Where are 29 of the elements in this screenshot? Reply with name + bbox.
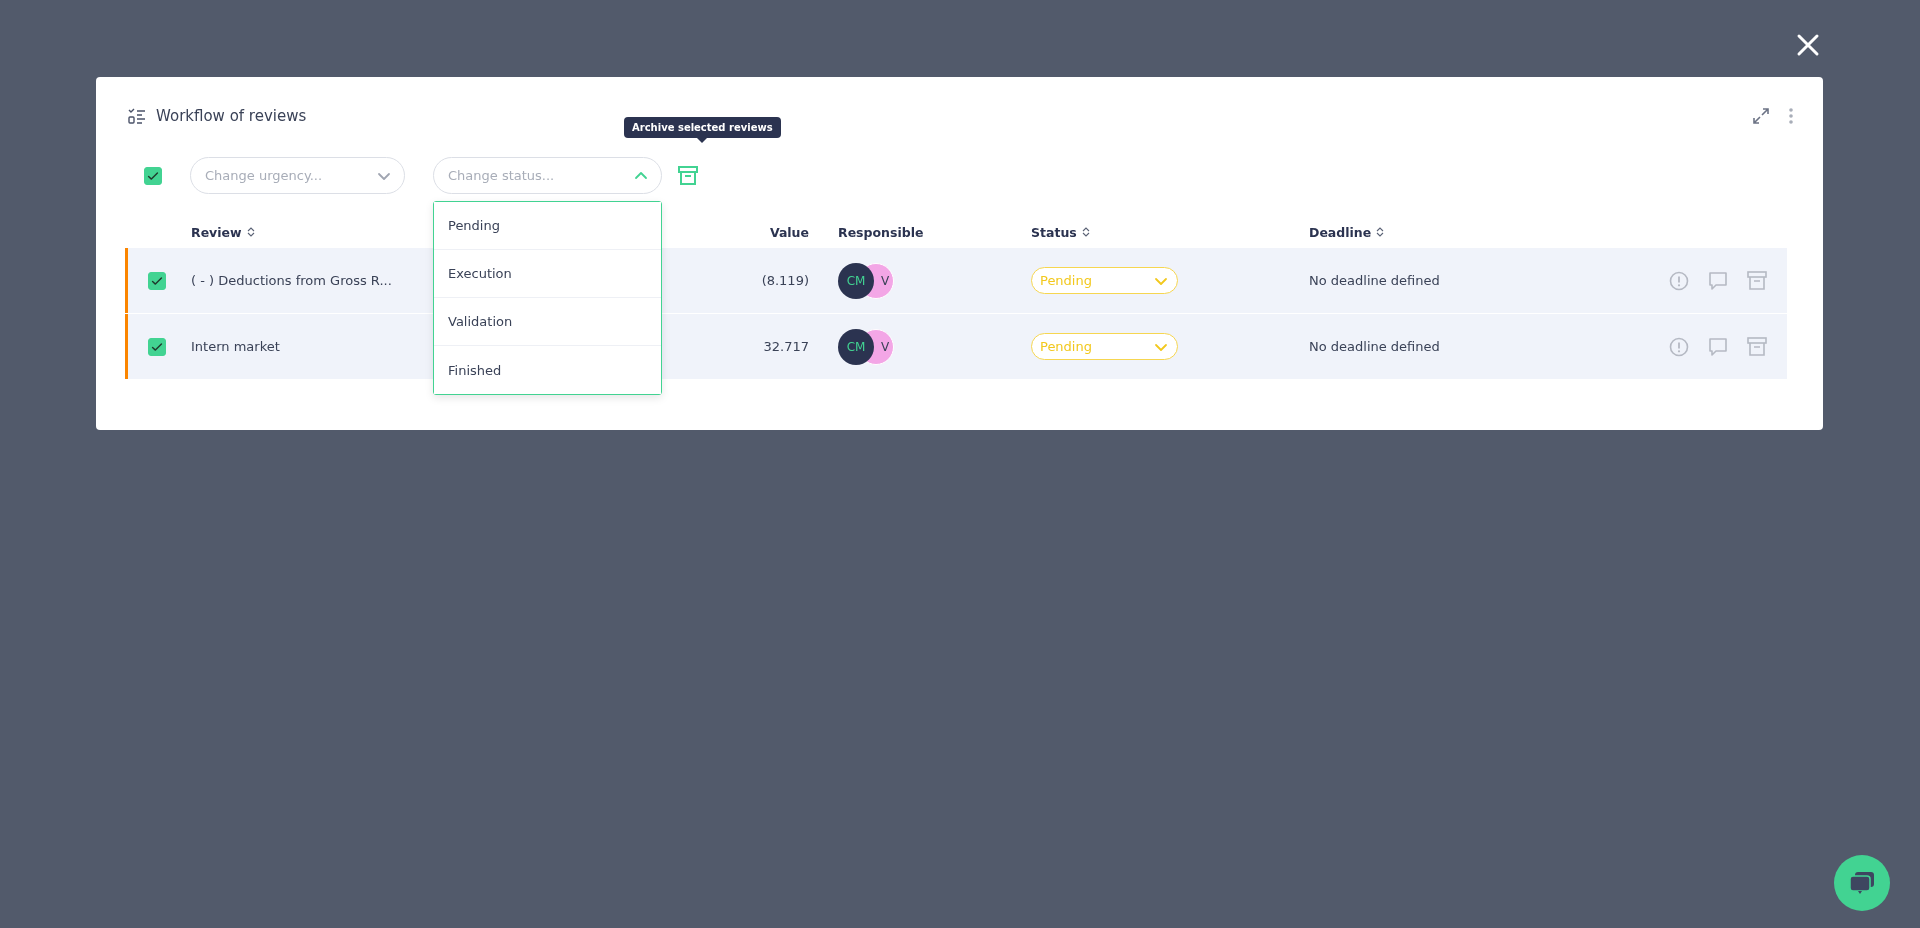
sort-icon[interactable]: [246, 227, 255, 237]
deadline-cell: No deadline defined: [1309, 339, 1440, 354]
column-header[interactable]: Review: [191, 224, 255, 240]
deadline-cell: No deadline defined: [1309, 273, 1440, 288]
status-option[interactable]: Pending: [434, 202, 661, 250]
dialog-title: Workflow of reviews: [156, 107, 307, 125]
expand-icon[interactable]: [1753, 108, 1769, 124]
column-header[interactable]: Status: [1031, 224, 1090, 240]
status-option[interactable]: Execution: [434, 250, 661, 298]
value-cell: (8.119): [761, 273, 809, 288]
chat-icon: [1848, 870, 1876, 896]
column-header: Value: [769, 224, 809, 240]
column-header[interactable]: Deadline: [1309, 224, 1385, 240]
row-checkbox[interactable]: [148, 271, 166, 290]
value-cell: 32.717: [763, 339, 809, 354]
review-name: Intern market: [191, 339, 280, 354]
checklist-icon: [128, 107, 146, 125]
sort-icon[interactable]: [1376, 227, 1385, 237]
row-checkbox[interactable]: [148, 337, 166, 356]
column-header: Responsible: [838, 224, 924, 240]
archive-tooltip: Archive selected reviews: [624, 117, 781, 143]
close-icon[interactable]: [1795, 32, 1821, 58]
avatar: CM: [838, 262, 874, 299]
avatar: CM: [838, 328, 874, 365]
sort-icon[interactable]: [1081, 227, 1090, 237]
status-option[interactable]: Finished: [434, 346, 661, 394]
review-name: ( - ) Deductions from Gross R...: [191, 273, 392, 288]
select-all-checkbox[interactable]: [144, 166, 162, 185]
status-option[interactable]: Validation: [434, 298, 661, 346]
